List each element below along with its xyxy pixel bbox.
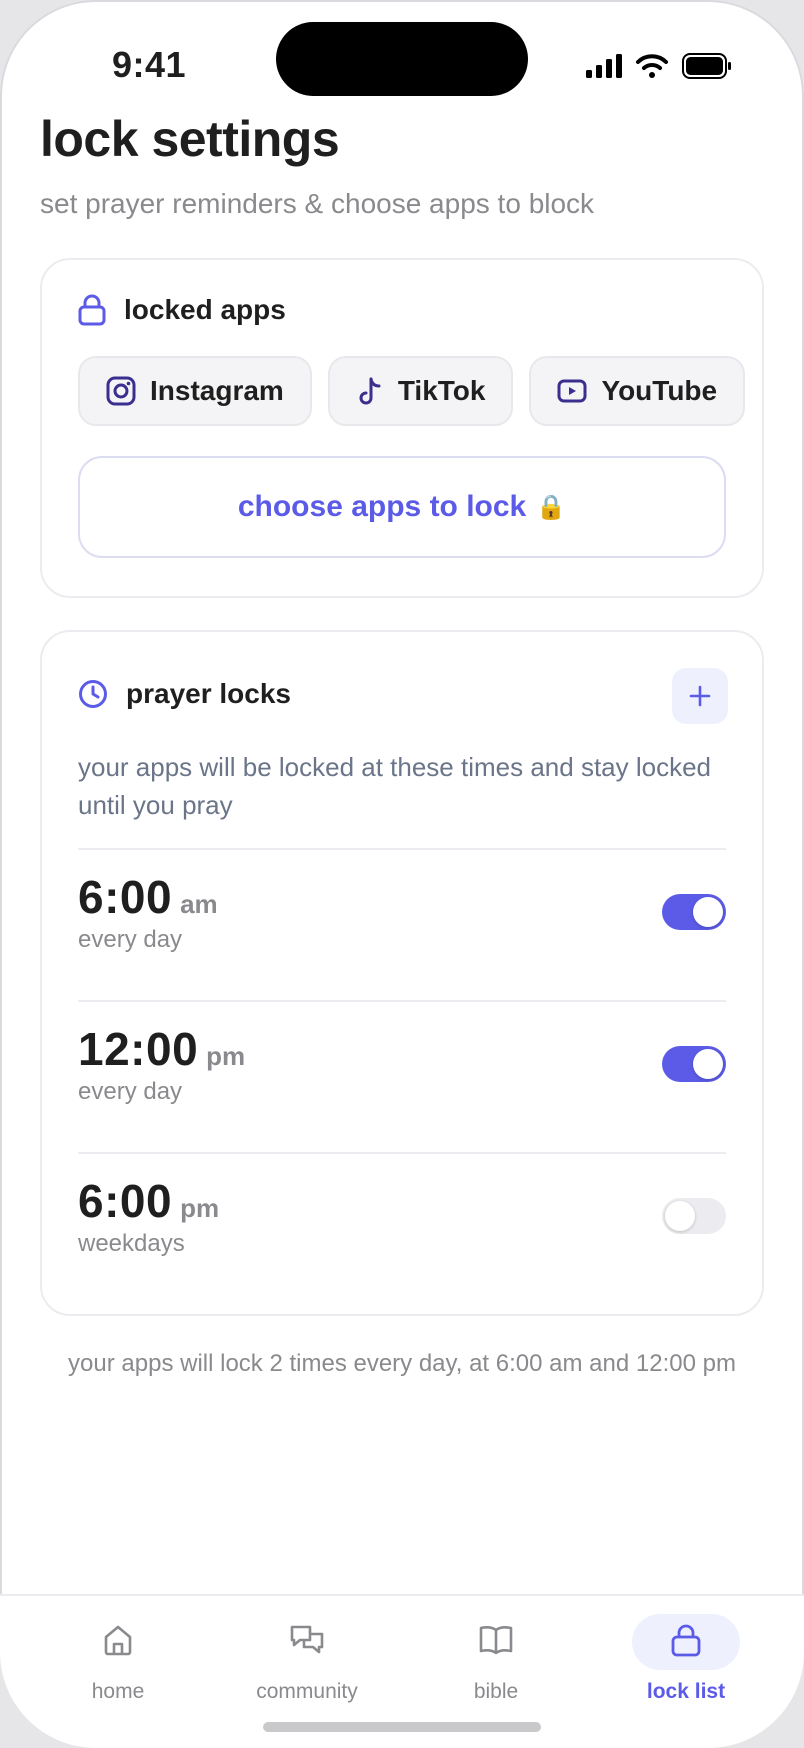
app-chip-label: YouTube xyxy=(601,375,718,406)
app-chip-label: Instagram xyxy=(150,375,284,406)
prayer-lock-row[interactable]: 6:00 pm weekdays xyxy=(78,1152,726,1304)
home-icon xyxy=(101,1614,135,1666)
lock-summary: your apps will lock 2 times every day, a… xyxy=(68,1350,736,1377)
time-value: 12:00 xyxy=(78,1023,199,1075)
home-indicator xyxy=(263,1722,541,1732)
prayer-lock-toggle[interactable] xyxy=(662,1046,726,1082)
prayer-time: 12:00 pm xyxy=(78,1022,245,1076)
lock-icon xyxy=(670,1614,702,1666)
prayer-frequency: weekdays xyxy=(78,1230,185,1257)
time-value: 6:00 xyxy=(78,871,173,923)
lock-icon xyxy=(78,294,106,326)
dynamic-island xyxy=(276,22,528,96)
app-chip-youtube[interactable]: YouTube xyxy=(529,356,746,426)
tab-label: bible xyxy=(473,1680,519,1703)
page-subtitle: set prayer reminders & choose apps to bl… xyxy=(40,188,595,219)
tab-label: home xyxy=(91,1680,145,1703)
prayer-lock-row[interactable]: 6:00 am every day xyxy=(78,848,726,1000)
locked-apps-header: locked apps xyxy=(78,294,286,326)
time-period: pm xyxy=(206,1041,246,1071)
chat-bubbles-icon xyxy=(289,1614,325,1666)
prayer-frequency: every day xyxy=(78,1078,183,1105)
choose-apps-button[interactable]: choose apps to lock 🔒 xyxy=(78,456,726,558)
tab-lock-list[interactable]: lock list xyxy=(611,1614,761,1714)
prayer-locks-title: prayer locks xyxy=(126,678,291,709)
plus-icon xyxy=(689,685,711,707)
prayer-locks-card: prayer locks your apps will be locked at… xyxy=(40,630,764,1316)
status-time: 9:41 xyxy=(112,44,187,85)
youtube-icon xyxy=(557,379,587,403)
page-title: lock settings xyxy=(40,111,340,167)
prayer-time: 6:00 pm xyxy=(78,1174,219,1228)
cellular-signal-icon xyxy=(586,54,622,78)
locked-apps-list: Instagram TikTok YouTube xyxy=(78,356,746,426)
tiktok-icon xyxy=(359,377,381,405)
prayer-time: 6:00 am xyxy=(78,870,218,924)
book-icon xyxy=(478,1614,514,1666)
instagram-icon xyxy=(106,376,136,406)
tab-bible[interactable]: bible xyxy=(421,1614,571,1714)
tab-home[interactable]: home xyxy=(43,1614,193,1714)
toggle-knob xyxy=(665,1201,695,1231)
phone-screen: 9:41 lock settings set prayer reminders … xyxy=(0,0,804,1748)
tab-community[interactable]: community xyxy=(232,1614,382,1714)
time-period: pm xyxy=(180,1193,220,1223)
battery-icon xyxy=(682,53,731,79)
clock-icon xyxy=(79,680,107,708)
app-chip-tiktok[interactable]: TikTok xyxy=(327,356,514,426)
tab-label: lock list xyxy=(646,1680,726,1703)
choose-apps-label: choose apps to lock xyxy=(237,490,527,523)
lock-emoji-icon: 🔒 xyxy=(536,493,567,521)
locked-apps-title: locked apps xyxy=(124,294,286,325)
tab-label: community xyxy=(256,1680,358,1703)
time-value: 6:00 xyxy=(78,1175,173,1227)
prayer-locks-description: your apps will be locked at these times … xyxy=(78,752,712,820)
prayer-frequency: every day xyxy=(78,926,183,953)
toggle-knob xyxy=(693,1049,723,1079)
status-icons xyxy=(586,50,732,82)
time-period: am xyxy=(180,889,218,919)
app-chip-instagram[interactable]: Instagram xyxy=(78,356,312,426)
toggle-knob xyxy=(693,897,723,927)
prayer-locks-header: prayer locks xyxy=(78,678,291,710)
prayer-lock-toggle[interactable] xyxy=(662,894,726,930)
locked-apps-card: locked apps Instagram TikTok YouTube cho… xyxy=(40,258,764,598)
app-chip-label: TikTok xyxy=(397,375,486,406)
prayer-lock-row[interactable]: 12:00 pm every day xyxy=(78,1000,726,1152)
prayer-lock-toggle[interactable] xyxy=(662,1198,726,1234)
add-prayer-lock-button[interactable] xyxy=(672,668,728,724)
wifi-icon xyxy=(636,54,668,78)
